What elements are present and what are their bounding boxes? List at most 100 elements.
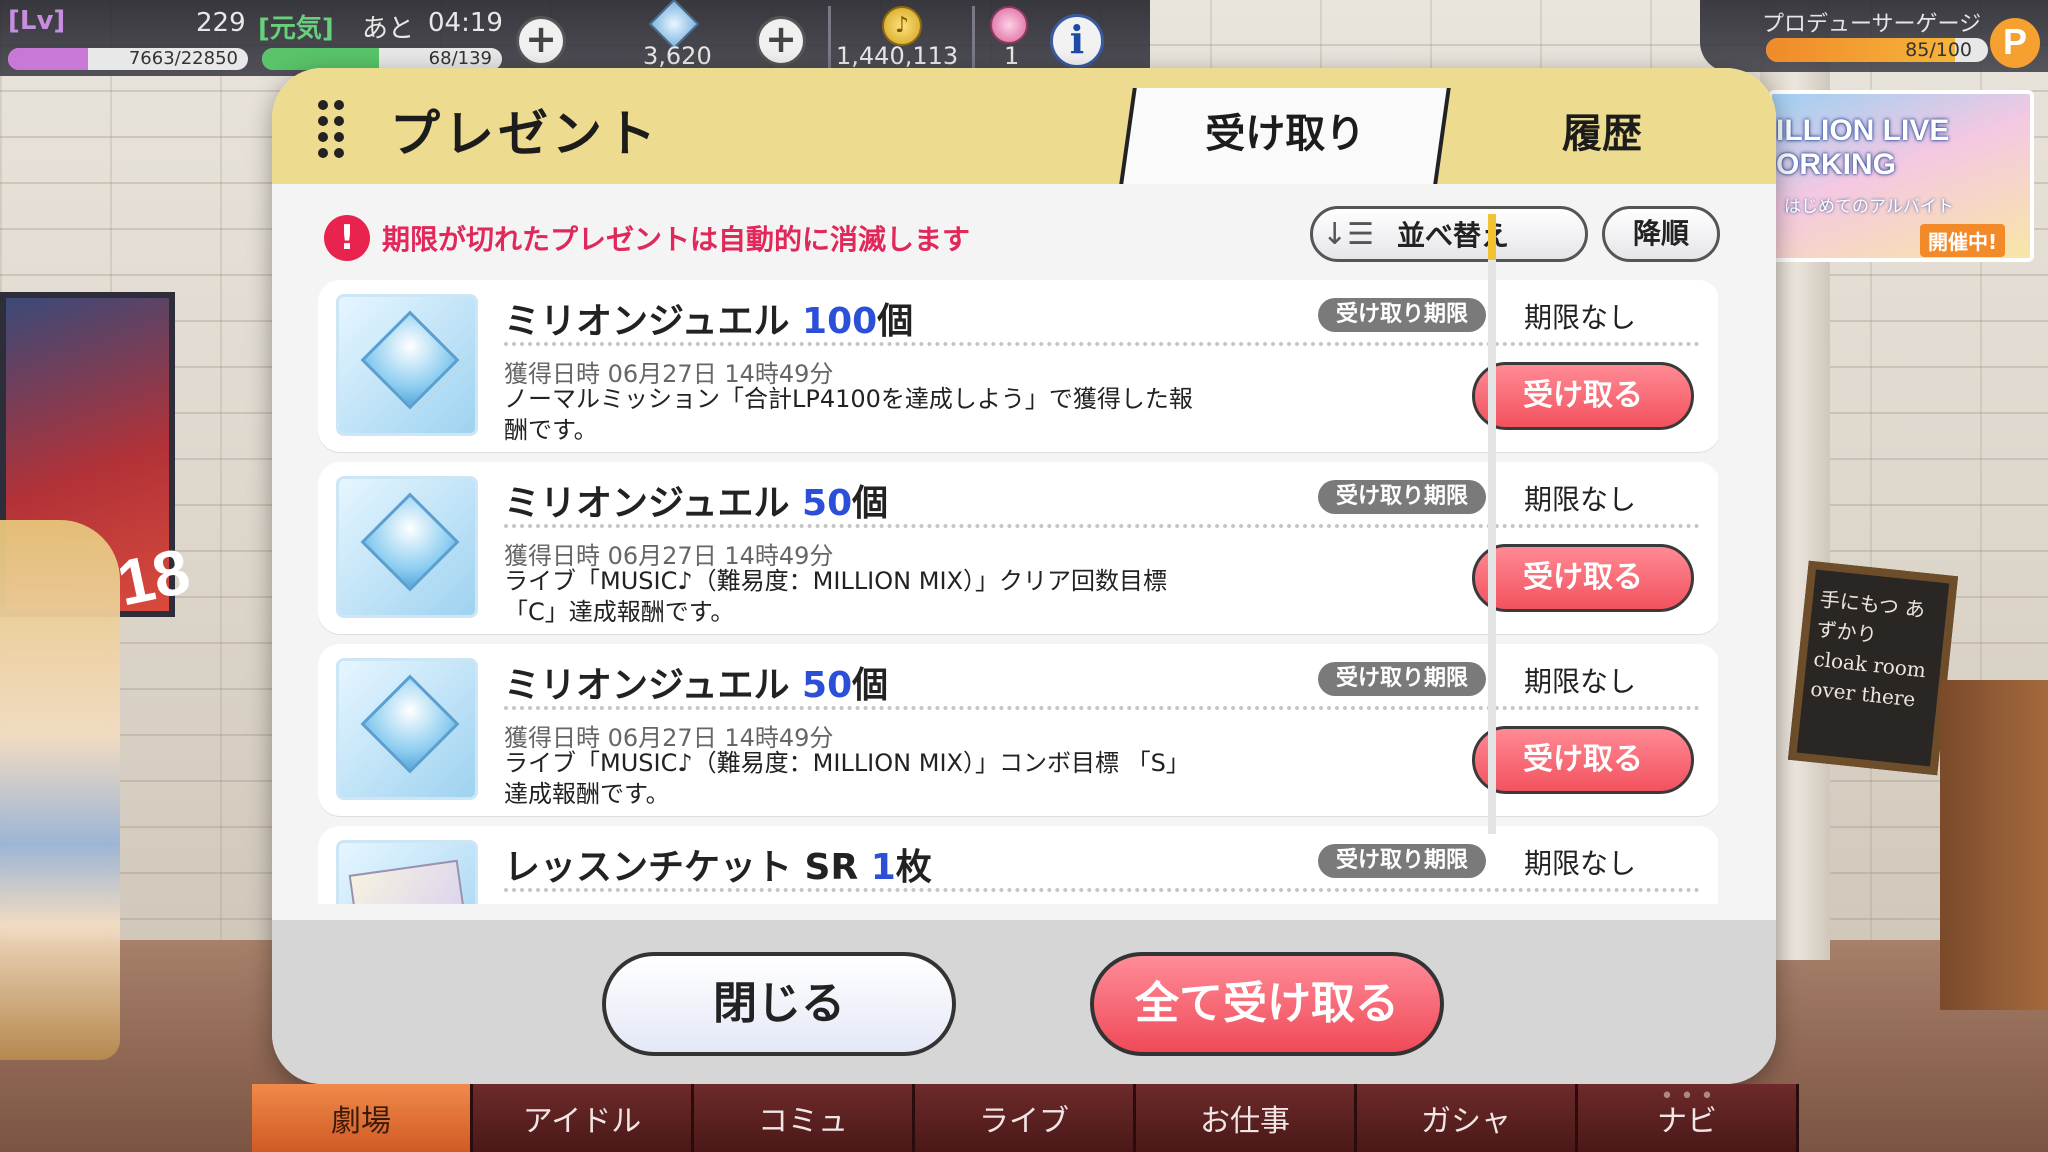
- receive-button[interactable]: 受け取る: [1472, 544, 1694, 612]
- limit-tag: 受け取り期限: [1318, 480, 1487, 514]
- producer-gauge-bar: 85/100: [1766, 38, 1988, 62]
- nav-theater[interactable]: 劇場: [252, 1084, 473, 1152]
- dotted-divider: [504, 888, 1700, 892]
- recovery-time-value: 04:19: [428, 8, 503, 38]
- nav-idol[interactable]: アイドル: [473, 1084, 694, 1152]
- poster-number: 18: [111, 534, 196, 620]
- receive-all-button[interactable]: 全て受け取る: [1090, 952, 1444, 1056]
- divider: [972, 6, 975, 68]
- receive-button[interactable]: 受け取る: [1472, 726, 1694, 794]
- exp-bar-fill: [8, 48, 89, 70]
- nav-live[interactable]: ライブ: [915, 1084, 1136, 1152]
- grip-icon: [318, 100, 346, 158]
- tab-receive[interactable]: 受け取り: [1119, 88, 1451, 184]
- item-description: ノーマルミッション「合計LP4100を達成しよう」で獲得した報酬です。: [504, 385, 1193, 444]
- item-quantity: 100: [802, 301, 878, 342]
- stamina-bar: 68/139: [262, 48, 502, 70]
- exp-bar: 7663/22850: [8, 48, 248, 70]
- nav-label: 劇場: [331, 1104, 391, 1139]
- scrollbar-thumb[interactable]: [1488, 214, 1496, 260]
- nav-label: ライブ: [979, 1104, 1069, 1139]
- dialog-header: プレゼント 受け取り 履歴: [272, 68, 1776, 184]
- item-unit: 個: [852, 483, 889, 524]
- background-shelf: [1940, 680, 2048, 1010]
- exp-text: 7663/22850: [128, 48, 238, 69]
- item-description: ライブ「MUSIC♪（難易度：MILLION MIX）」クリア回数目標 「C」達…: [504, 567, 1167, 626]
- sort-icon: ↓☰: [1321, 216, 1375, 252]
- item-thumbnail: [336, 658, 478, 800]
- money-icon: ♪: [882, 6, 922, 46]
- item-name: ミリオンジュエル 50個: [504, 474, 888, 526]
- background-character: [0, 520, 120, 1060]
- item-unit: 個: [877, 301, 914, 342]
- item-name-text: レッスンチケット SR: [504, 847, 859, 888]
- nav-work[interactable]: お仕事: [1136, 1084, 1357, 1152]
- limit-value: 期限なし: [1524, 483, 1637, 516]
- item-quantity: 50: [802, 665, 853, 706]
- producer-badge-icon: P: [1990, 18, 2040, 68]
- info-button[interactable]: i: [1050, 14, 1104, 68]
- item-unit: 枚: [895, 847, 932, 888]
- lesson-ticket-icon: [348, 859, 468, 904]
- nav-gacha[interactable]: ガシャ: [1357, 1084, 1578, 1152]
- expiry-notice: ! 期限が切れたプレゼントは自動的に消滅します: [324, 214, 970, 262]
- item-name-text: ミリオンジュエル: [504, 665, 790, 706]
- present-dialog: プレゼント 受け取り 履歴 ! 期限が切れたプレゼントは自動的に消滅します ↓☰…: [272, 68, 1776, 1084]
- event-banner-tag: 開催中!: [1920, 224, 2006, 257]
- stamina-label: [元気]: [258, 14, 334, 44]
- nav-label: お仕事: [1200, 1104, 1290, 1139]
- jewel-icon: [360, 492, 460, 592]
- item-name: ミリオンジュエル 100個: [504, 292, 913, 344]
- add-jewel-button[interactable]: +: [756, 16, 806, 66]
- add-stamina-button[interactable]: +: [516, 16, 566, 66]
- item-name: ミリオンジュエル 50個: [504, 656, 888, 708]
- nav-label: アイドル: [522, 1104, 642, 1139]
- event-banner-subtitle: はじめてのアルバイト: [1784, 197, 1954, 217]
- jewel-icon: [360, 674, 460, 774]
- item-unit: 個: [852, 665, 889, 706]
- nav-label: ガシャ: [1421, 1104, 1511, 1139]
- tab-history[interactable]: 履歴: [1452, 88, 1752, 184]
- dotted-divider: [504, 706, 1700, 710]
- nav-label: ナビ: [1657, 1104, 1717, 1139]
- dotted-divider: [504, 342, 1700, 346]
- close-button[interactable]: 閉じる: [602, 952, 956, 1056]
- scrollbar-track[interactable]: [1488, 214, 1496, 834]
- item-name-text: ミリオンジュエル: [504, 483, 790, 524]
- dialog-footer: [272, 920, 1776, 1084]
- dialog-title: プレゼント: [390, 105, 660, 163]
- ticket-count: 1: [1004, 42, 1020, 70]
- present-list[interactable]: ミリオンジュエル 100個 受け取り期限 期限なし 獲得日時 06月27日 14…: [318, 280, 1718, 904]
- divider: [828, 6, 831, 68]
- money-count: 1,440,113: [836, 42, 959, 70]
- jewel-count: 3,620: [643, 42, 712, 70]
- jewel-icon: [360, 310, 460, 410]
- nav-navi[interactable]: • • • ナビ: [1578, 1084, 1799, 1152]
- tab-receive-label: 受け取り: [1205, 111, 1366, 157]
- nav-label: コミュ: [758, 1104, 848, 1139]
- order-toggle-button[interactable]: 降順: [1602, 206, 1720, 262]
- recovery-time-prefix: あと: [362, 14, 415, 44]
- list-item: ミリオンジュエル 100個 受け取り期限 期限なし 獲得日時 06月27日 14…: [318, 280, 1718, 452]
- warning-icon: !: [324, 215, 370, 261]
- stamina-bar-fill: [262, 48, 380, 70]
- list-item: ミリオンジュエル 50個 受け取り期限 期限なし 獲得日時 06月27日 14時…: [318, 462, 1718, 634]
- limit-tag: 受け取り期限: [1318, 298, 1487, 332]
- expiry-notice-text: 期限が切れたプレゼントは自動的に消滅します: [382, 223, 971, 256]
- item-thumbnail: [336, 294, 478, 436]
- dotted-divider: [504, 524, 1700, 528]
- level-tag: [Lv]: [8, 6, 66, 36]
- limit-value: 期限なし: [1524, 665, 1637, 698]
- list-item: レッスンチケット SR 1枚 受け取り期限 期限なし: [318, 826, 1718, 904]
- nav-commu[interactable]: コミュ: [694, 1084, 915, 1152]
- status-bar: [Lv] 229 [元気] あと 04:19 7663/22850 68/139…: [0, 0, 1150, 76]
- item-name: レッスンチケット SR 1枚: [504, 838, 932, 890]
- sort-button[interactable]: ↓☰ 並べ替え: [1310, 206, 1588, 262]
- ticket-icon: [990, 6, 1028, 44]
- item-thumbnail: [336, 476, 478, 618]
- limit-value: 期限なし: [1524, 301, 1637, 334]
- producer-gauge-label: プロデューサーゲージ: [1762, 12, 1982, 37]
- receive-button[interactable]: 受け取る: [1472, 362, 1694, 430]
- bottom-nav: 劇場 アイドル コミュ ライブ お仕事 ガシャ • • • ナビ: [252, 1084, 2048, 1152]
- item-name-text: ミリオンジュエル: [504, 301, 790, 342]
